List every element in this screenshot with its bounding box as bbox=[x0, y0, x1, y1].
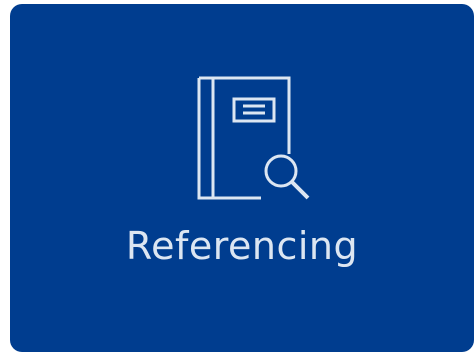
tile-label: Referencing bbox=[125, 224, 359, 268]
book-search-icon bbox=[191, 74, 321, 204]
referencing-tile[interactable]: Referencing bbox=[10, 4, 474, 352]
